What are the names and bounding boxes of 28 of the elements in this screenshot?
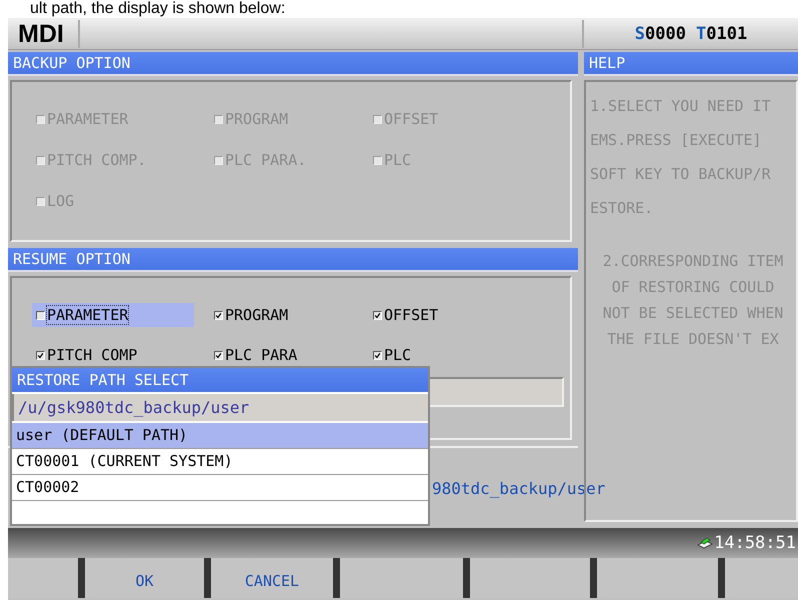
- dialog-title: RESTORE PATH SELECT: [12, 368, 428, 392]
- section-title: BACKUP OPTION: [8, 52, 578, 76]
- checkbox[interactable]: [373, 350, 382, 360]
- restore-path-text: 980tdc_backup/user: [432, 478, 606, 498]
- option-label: PROGRAM: [225, 306, 288, 324]
- option-label: PLC PARA: [225, 346, 298, 364]
- path-list-item[interactable]: user (DEFAULT PATH): [12, 423, 428, 449]
- clock-time: 14:58:51: [714, 533, 796, 553]
- checkbox[interactable]: [214, 350, 223, 360]
- tool-number: T0101: [696, 24, 748, 44]
- option-label: PARAMETER: [47, 306, 128, 324]
- document-caption: ult path, the display is shown below:: [29, 1, 286, 17]
- checkbox[interactable]: [36, 310, 45, 320]
- checkbox[interactable]: [373, 310, 382, 320]
- section-title: RESUME OPTION: [8, 248, 578, 272]
- mode-label: MDI: [8, 20, 80, 48]
- option-label: PLC: [384, 346, 412, 364]
- checkbox[interactable]: [214, 310, 223, 320]
- spindle-speed: S0000: [634, 24, 686, 44]
- option-label: OFFSET: [384, 306, 438, 324]
- section-title: HELP: [584, 52, 798, 76]
- path-field[interactable]: /u/gsk980tdc_backup/user: [12, 394, 428, 421]
- checkbox[interactable]: [36, 350, 45, 360]
- disk-icon: [697, 536, 714, 550]
- softkey[interactable]: CANCEL: [211, 558, 333, 598]
- option-highlight[interactable]: PARAMETER: [32, 303, 194, 327]
- option-label: PITCH COMP: [47, 346, 138, 364]
- softkey[interactable]: OK: [84, 558, 204, 598]
